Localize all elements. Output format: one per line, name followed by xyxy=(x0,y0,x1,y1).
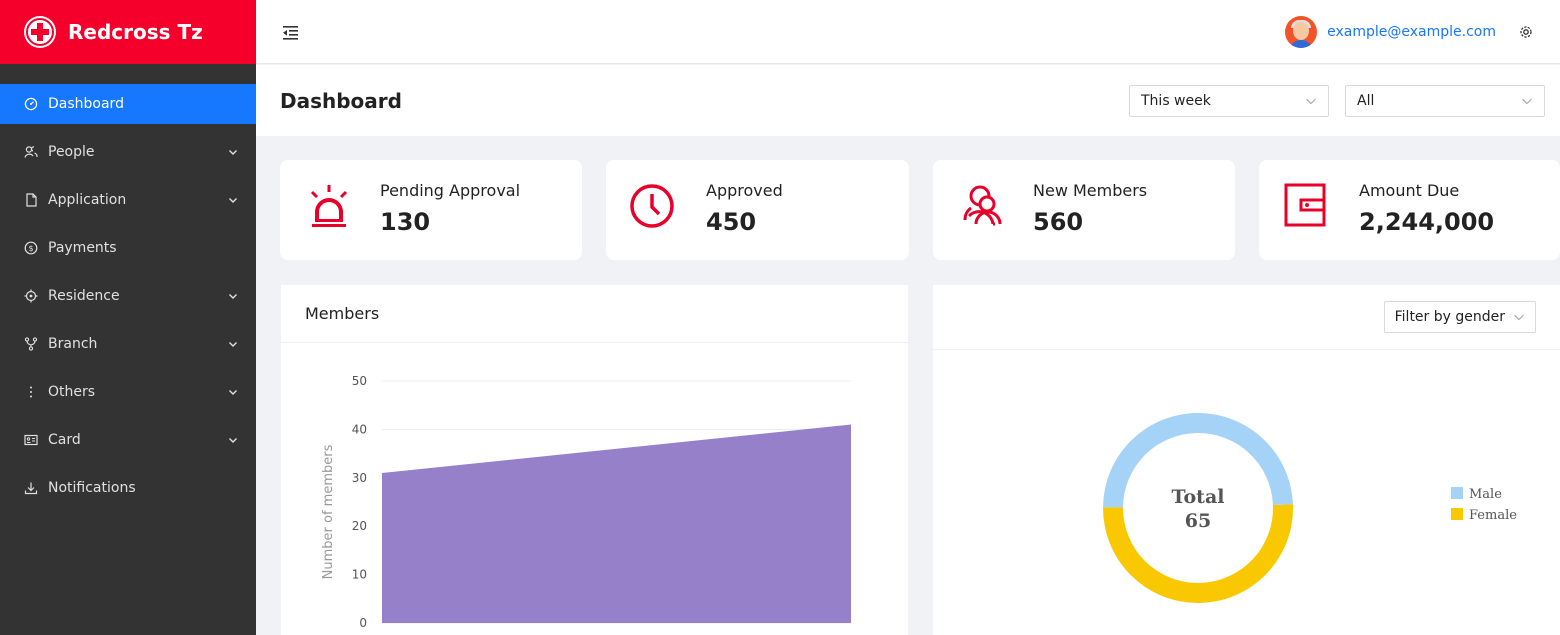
legend-label-female[interactable]: Female xyxy=(1469,508,1517,523)
sidebar-item-label: Branch xyxy=(48,336,98,352)
page-title: Dashboard xyxy=(280,89,402,113)
user-menu[interactable]: example@example.com xyxy=(1285,16,1496,48)
donut-total-value: 65 xyxy=(1185,510,1211,532)
stat-title: Pending Approval xyxy=(380,181,521,200)
gender-panel-header: Filter by gender xyxy=(933,285,1560,350)
stat-title: Approved xyxy=(706,181,783,200)
idcard-icon xyxy=(24,433,38,447)
members-panel: Members 0 10 20 30 40 50 Number of members xyxy=(281,285,908,635)
gender-filter-label: Filter by gender xyxy=(1394,309,1505,325)
chevron-down-icon xyxy=(1305,95,1317,107)
file-icon xyxy=(24,193,38,207)
user-email[interactable]: example@example.com xyxy=(1327,24,1496,40)
dashboard-icon xyxy=(24,97,38,111)
brand[interactable]: Redcross Tz xyxy=(0,0,256,64)
sidebar-item-notifications[interactable]: Notifications xyxy=(0,468,256,508)
aim-icon xyxy=(24,289,38,303)
redcross-logo-icon xyxy=(24,16,56,48)
sidebar-item-label: Notifications xyxy=(48,480,136,496)
y-tick-label: 20 xyxy=(352,519,367,533)
y-tick-label: 40 xyxy=(352,422,367,436)
stat-value: 450 xyxy=(706,208,757,236)
svg-text:$: $ xyxy=(28,244,33,253)
download-icon xyxy=(24,481,38,495)
gender-panel: Filter by gender Total 65 Male Female xyxy=(933,285,1560,635)
chevron-down-icon xyxy=(1521,95,1533,107)
stat-card-approved[interactable]: Approved 450 xyxy=(606,160,909,260)
scope-select[interactable]: All xyxy=(1345,85,1545,117)
users-icon xyxy=(957,182,1007,232)
chevron-down-icon xyxy=(228,291,238,301)
area-series xyxy=(382,424,851,623)
y-tick-label: 30 xyxy=(352,471,367,485)
sidebar-item-others[interactable]: Others xyxy=(0,372,256,412)
menu-collapse-icon[interactable] xyxy=(280,22,300,42)
sidebar-item-payments[interactable]: $ Payments xyxy=(0,228,256,268)
page-header: Dashboard This week All xyxy=(256,65,1560,136)
sidebar-item-label: Card xyxy=(48,432,81,448)
alert-icon xyxy=(304,182,354,232)
dollar-icon: $ xyxy=(24,241,38,255)
stat-card-pending[interactable]: Pending Approval 130 xyxy=(280,160,582,260)
sidebar-item-residence[interactable]: Residence xyxy=(0,276,256,316)
avatar[interactable] xyxy=(1285,16,1318,48)
stat-value: 2,244,000 xyxy=(1359,208,1495,236)
gender-filter-select[interactable]: Filter by gender xyxy=(1383,301,1536,333)
donut-total-label: Total xyxy=(1172,486,1225,508)
sidebar-item-label: Dashboard xyxy=(48,96,124,112)
stat-title: Amount Due xyxy=(1359,181,1460,200)
sidebar-menu: Dashboard People Application $ Payments Resid… xyxy=(0,84,256,508)
stat-value: 560 xyxy=(1033,208,1084,236)
gear-icon[interactable] xyxy=(1518,24,1534,40)
legend-swatch-female xyxy=(1451,508,1463,520)
top-header: example@example.com xyxy=(256,0,1560,64)
y-tick-label: 50 xyxy=(352,374,367,388)
period-select[interactable]: This week xyxy=(1129,85,1329,117)
stat-card-amount-due[interactable]: Amount Due 2,244,000 xyxy=(1259,160,1560,260)
stat-card-new-members[interactable]: New Members 560 xyxy=(933,160,1235,260)
y-tick-label: 0 xyxy=(359,616,367,630)
chevron-down-icon xyxy=(228,195,238,205)
people-icon xyxy=(24,145,38,159)
more-icon xyxy=(24,385,38,399)
panel-title: Members xyxy=(281,285,908,343)
branch-icon xyxy=(24,337,38,351)
sidebar-item-label: Payments xyxy=(48,240,117,256)
clock-icon xyxy=(630,182,680,232)
stat-title: New Members xyxy=(1033,181,1148,200)
gender-donut-chart: Total65 Male Female xyxy=(1103,413,1517,604)
chevron-down-icon xyxy=(228,339,238,349)
legend-swatch-male xyxy=(1451,487,1463,499)
members-area-chart: 0 10 20 30 40 50 Number of members xyxy=(321,374,851,630)
sidebar-item-label: People xyxy=(48,144,95,160)
chevron-down-icon xyxy=(228,435,238,445)
sidebar-item-branch[interactable]: Branch xyxy=(0,324,256,364)
period-select-value: This week xyxy=(1141,93,1211,109)
sidebar-item-application[interactable]: Application xyxy=(0,180,256,220)
sidebar-item-label: Others xyxy=(48,384,96,400)
sidebar-item-label: Residence xyxy=(48,288,120,304)
chevron-down-icon xyxy=(228,387,238,397)
scope-select-value: All xyxy=(1357,93,1375,109)
sidebar-item-dashboard[interactable]: Dashboard xyxy=(0,84,256,124)
sidebar-item-people[interactable]: People xyxy=(0,132,256,172)
legend-label-male[interactable]: Male xyxy=(1469,487,1502,502)
chevron-down-icon xyxy=(228,147,238,157)
sidebar-item-label: Application xyxy=(48,192,127,208)
stat-value: 130 xyxy=(380,208,431,236)
sidebar: Redcross Tz Dashboard People Application $ P… xyxy=(0,0,256,635)
wallet-icon xyxy=(1283,182,1333,232)
y-axis-label: Number of members xyxy=(321,444,336,579)
sidebar-item-card[interactable]: Card xyxy=(0,420,256,460)
y-tick-label: 10 xyxy=(352,568,367,582)
brand-title: Redcross Tz xyxy=(68,20,203,44)
chevron-down-icon xyxy=(1513,311,1525,323)
